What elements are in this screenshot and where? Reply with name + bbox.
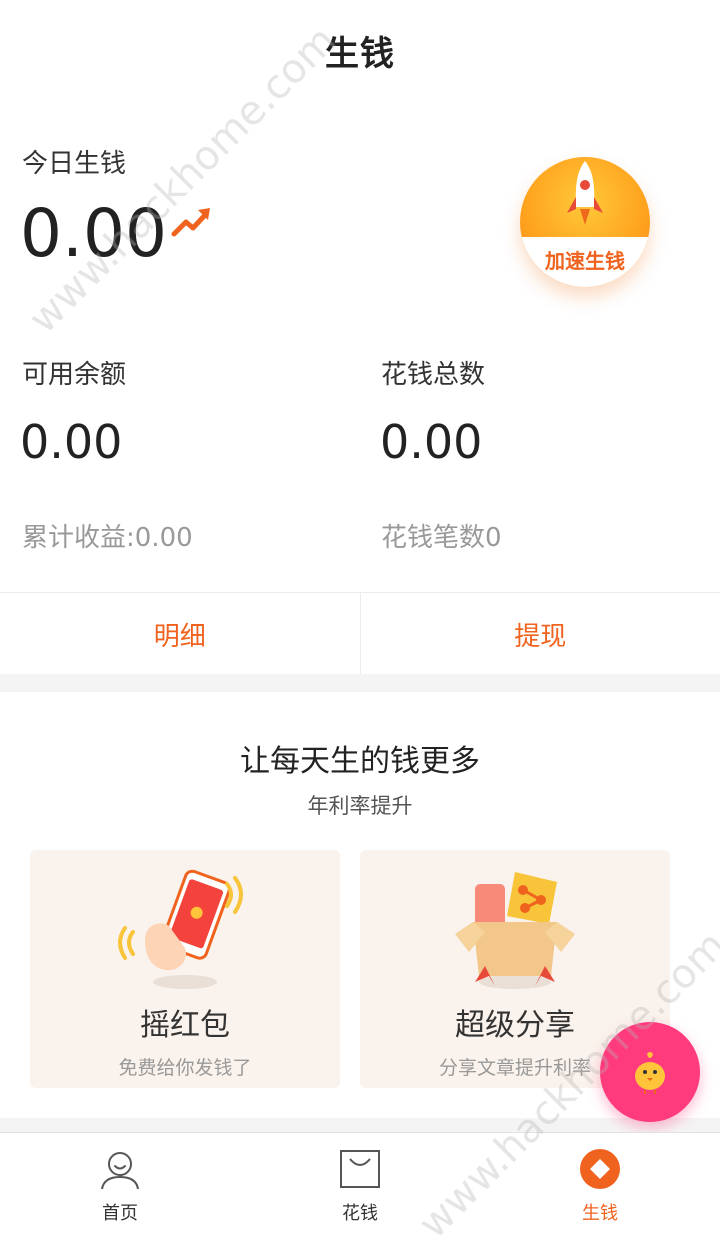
total-spent-label: 花钱总数 bbox=[381, 354, 485, 391]
trend-up-icon bbox=[170, 204, 212, 240]
section-divider bbox=[0, 674, 720, 692]
share-gift-box-icon bbox=[445, 862, 585, 992]
boost-label: 加速生钱 bbox=[545, 245, 625, 274]
detail-button[interactable]: 明细 bbox=[0, 593, 360, 675]
shake-red-packet-card[interactable]: 摇红包 免费给你发钱了 bbox=[30, 850, 340, 1088]
card-subtitle: 免费给你发钱了 bbox=[30, 1053, 340, 1080]
boost-earnings-button[interactable]: 加速生钱 bbox=[520, 157, 650, 287]
spend-count: 花钱笔数0 bbox=[381, 517, 502, 554]
tab-label: 生钱 bbox=[480, 1199, 720, 1225]
tab-label: 花钱 bbox=[240, 1199, 480, 1225]
page-title: 生钱 bbox=[325, 26, 395, 75]
promo-subtitle: 年利率提升 bbox=[0, 790, 720, 820]
total-spent-value: 0.00 bbox=[380, 412, 482, 472]
section-divider bbox=[0, 1118, 720, 1132]
available-balance-label: 可用余额 bbox=[22, 354, 126, 391]
today-earnings-value: 0.00 bbox=[20, 196, 167, 272]
chick-float-button[interactable] bbox=[600, 1022, 700, 1122]
withdraw-button[interactable]: 提现 bbox=[360, 593, 720, 675]
bottom-tab-bar: 首页 花钱 生钱 bbox=[0, 1132, 720, 1233]
tab-label: 首页 bbox=[0, 1199, 240, 1225]
tab-spend[interactable]: 花钱 bbox=[240, 1133, 480, 1233]
earn-coin-icon bbox=[578, 1147, 622, 1191]
cumulative-earnings: 累计收益:0.00 bbox=[22, 517, 193, 554]
promo-title: 让每天生的钱更多 bbox=[0, 736, 720, 780]
today-earnings-label: 今日生钱 bbox=[22, 143, 126, 180]
card-title: 摇红包 bbox=[30, 1000, 340, 1044]
user-icon bbox=[98, 1147, 142, 1191]
rocket-icon bbox=[560, 157, 610, 237]
chick-icon bbox=[630, 1050, 670, 1094]
available-balance-value: 0.00 bbox=[20, 412, 122, 472]
tab-home[interactable]: 首页 bbox=[0, 1133, 240, 1233]
app-header: 生钱 bbox=[0, 0, 720, 100]
shopping-bag-icon bbox=[338, 1147, 382, 1191]
action-bar: 明细 提现 bbox=[0, 592, 720, 675]
shake-phone-icon bbox=[115, 862, 255, 992]
tab-earn[interactable]: 生钱 bbox=[480, 1133, 720, 1233]
